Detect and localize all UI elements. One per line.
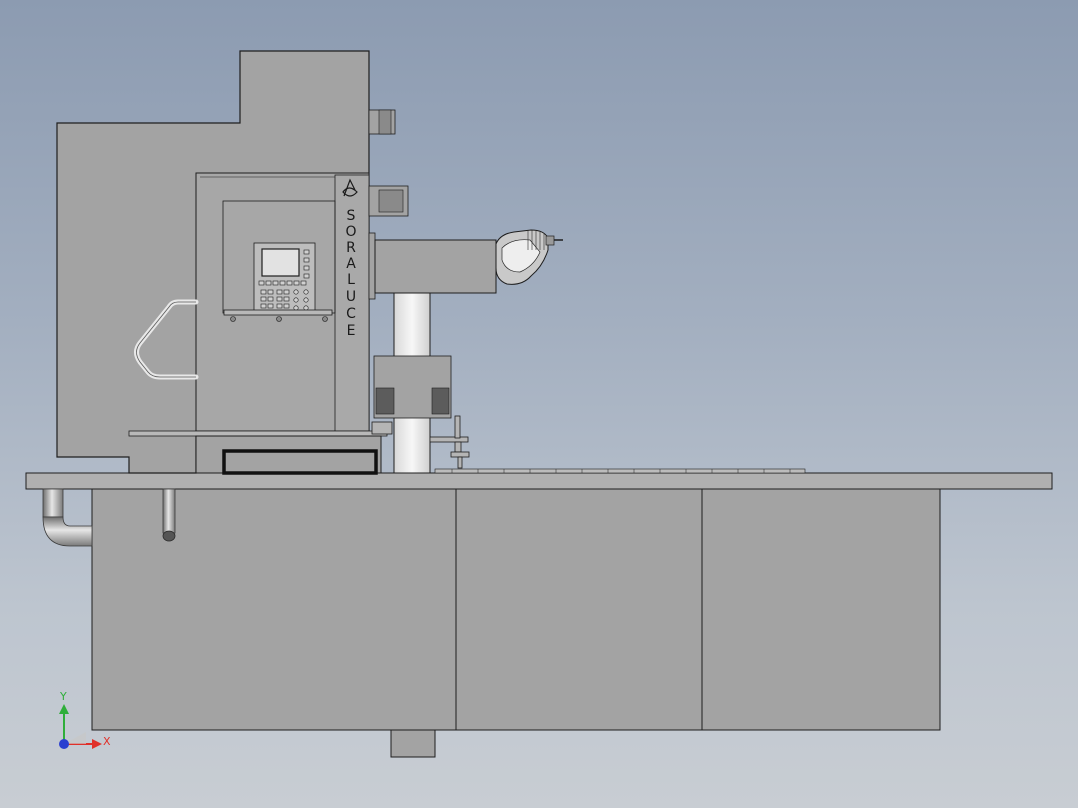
x-axis-head [92,739,102,749]
brand-lettering: S O R A L U C E [345,208,356,339]
z-axis-dot [59,739,69,749]
base-foot [390,729,436,758]
coolant-pipe-right [162,488,176,542]
milling-head [495,229,563,285]
saddle-block [373,355,452,419]
x-axis-label: X [103,735,111,748]
coolant-pipe-left [42,488,93,547]
y-axis-head [59,704,69,714]
door-ledge [128,430,388,437]
brand-letter: C [346,306,356,322]
brand-letter: L [347,272,355,288]
t-slot-strip [434,468,806,474]
brand-letter: S [347,208,356,224]
machine-table [25,472,1053,490]
brand-letter: A [346,256,356,272]
machine-base [91,488,941,758]
brand-letter: R [346,240,356,256]
cad-viewport[interactable]: S O R A L U C E Y X [0,0,1078,808]
brand-letter: O [345,224,356,240]
column-brackets [368,109,409,217]
brand-letter: U [346,289,356,305]
base-tank [91,488,941,731]
ram-housing [374,239,497,294]
y-axis-label: Y [59,690,67,703]
brand-letter: E [347,323,356,339]
control-screen [261,248,300,277]
spindle-ram [368,232,497,300]
machine-column [56,50,388,475]
pendant-arm [223,309,333,316]
